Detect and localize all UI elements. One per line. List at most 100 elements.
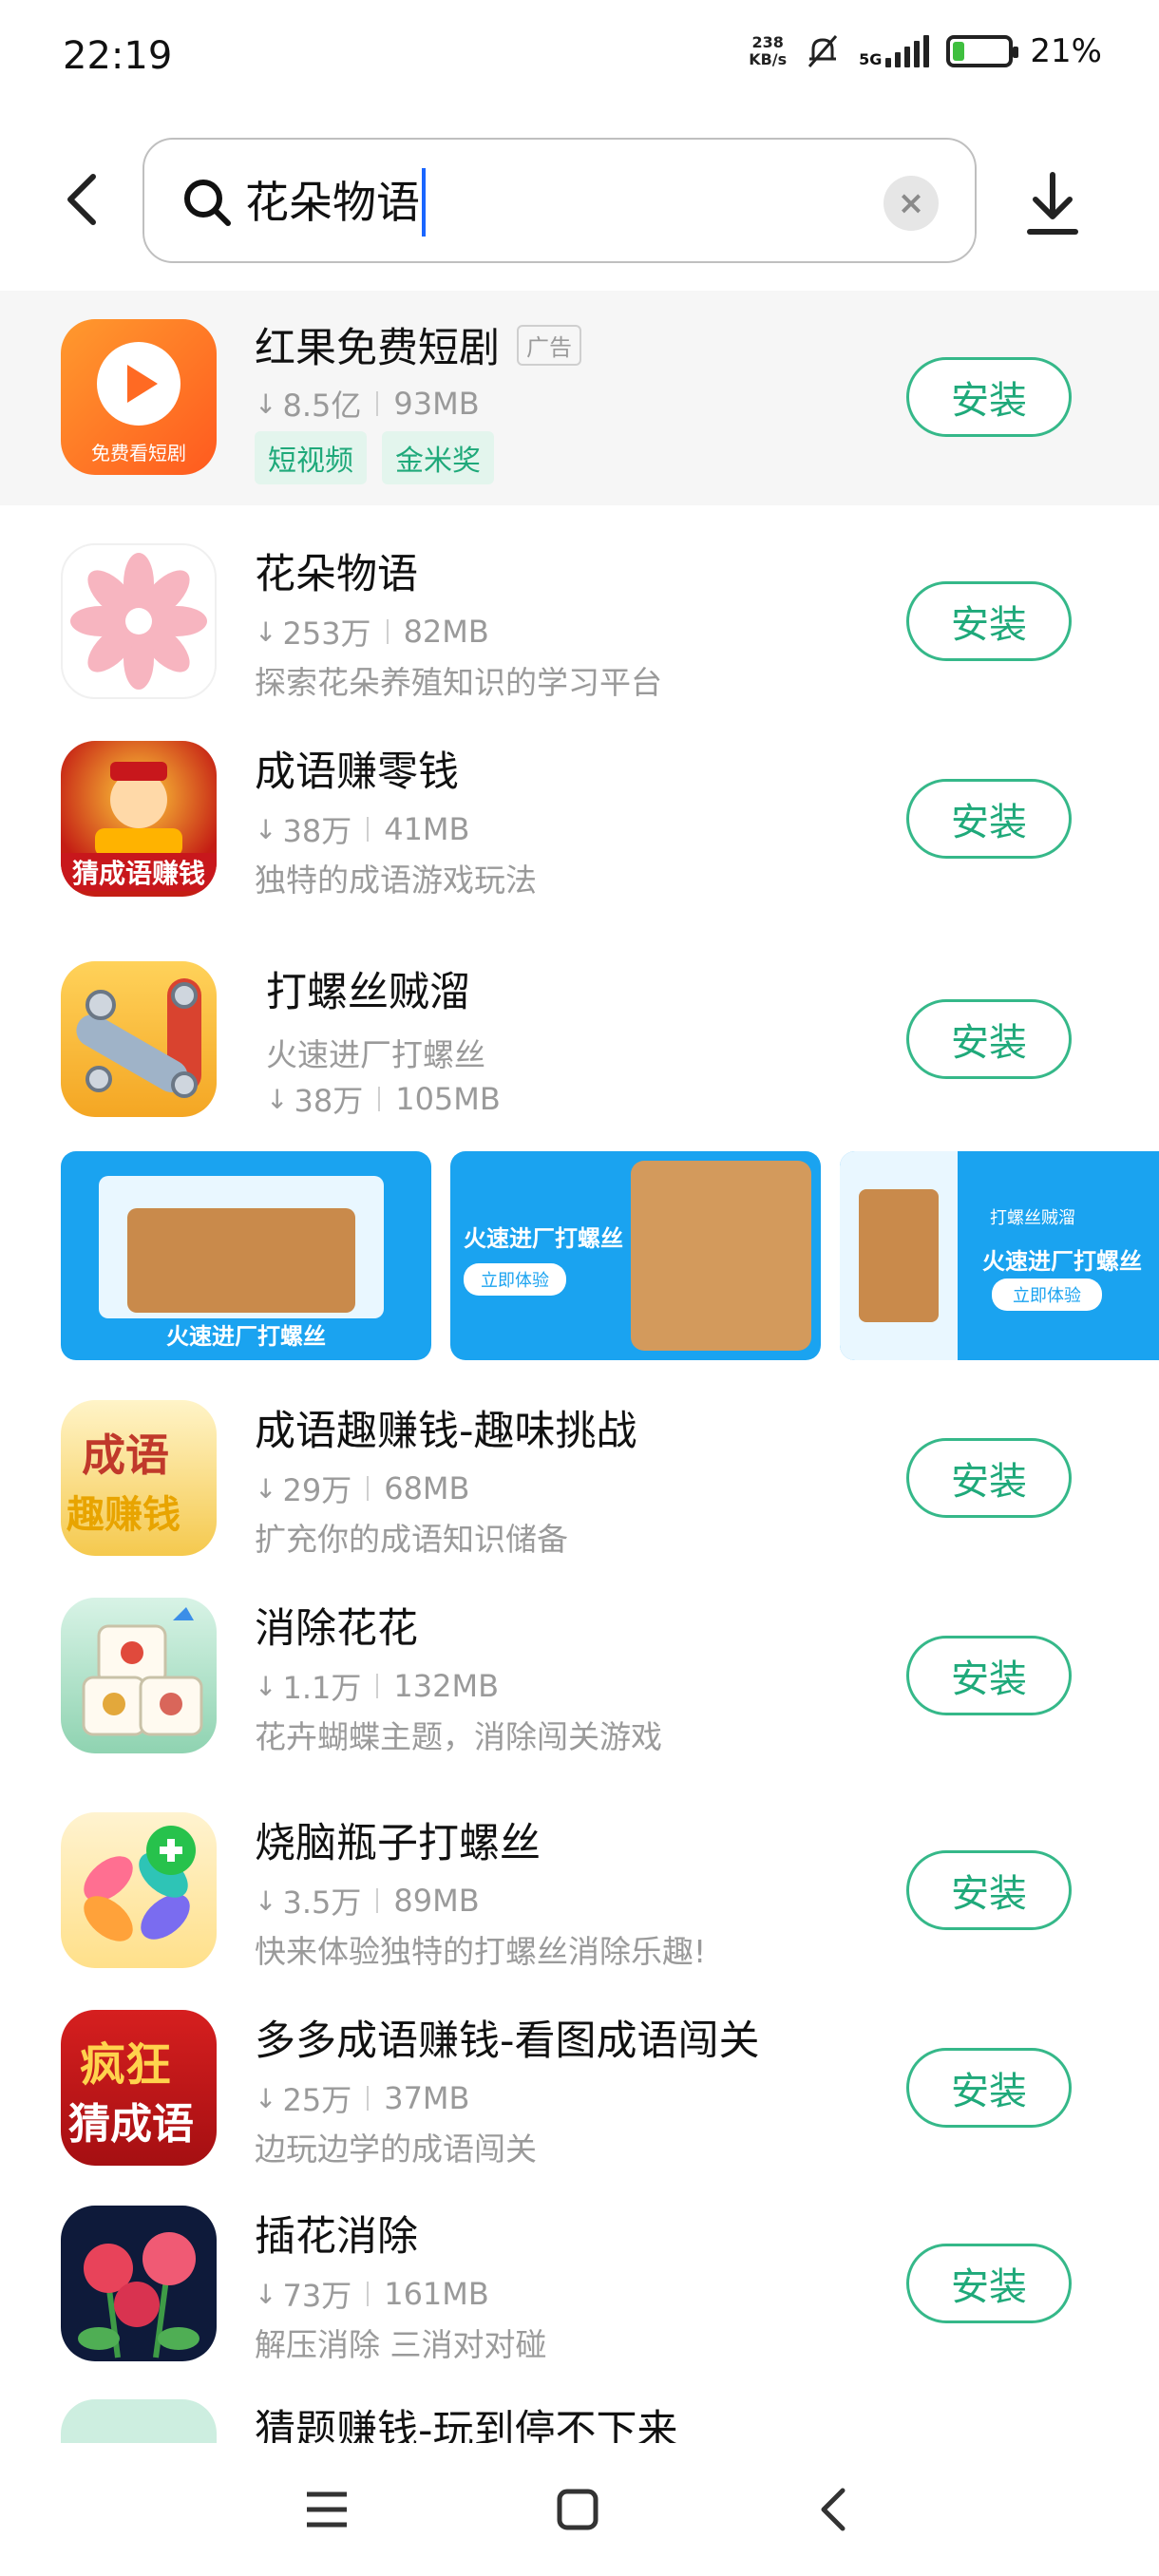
network-speed: 238 KB/s xyxy=(749,33,788,68)
home-square-icon xyxy=(557,2489,598,2530)
banner-cta-button[interactable]: 立即体验 xyxy=(464,1263,566,1296)
app-icon-caption: 免费看短剧 xyxy=(91,442,186,464)
ad-badge: 广告 xyxy=(517,325,581,366)
app-desc: 花卉蝴蝶主题，消除闯关游戏 xyxy=(255,1718,662,1755)
back-button[interactable] xyxy=(53,171,110,228)
flower-icon xyxy=(70,553,207,690)
battery-percent: 21% xyxy=(1030,32,1102,70)
network-type: 5G xyxy=(859,50,883,68)
app-meta: ↓ 253万 82MB xyxy=(255,614,489,652)
recent-apps-button[interactable] xyxy=(298,2481,355,2538)
ad-list-item[interactable]: 免费看短剧 红果免费短剧 广告 ↓ 8.5亿 93MB 短视频 金米奖 安装 xyxy=(0,291,1159,505)
app-icon-fengkuang: 疯狂 猜成语 xyxy=(61,2010,217,2166)
download-manager-button[interactable] xyxy=(1022,169,1083,237)
app-desc: 扩充你的成语知识储备 xyxy=(255,1521,568,1558)
tag: 金米奖 xyxy=(382,431,494,484)
download-count-icon: ↓ xyxy=(255,388,277,420)
app-icon-caiti xyxy=(61,2399,217,2445)
promo-banner[interactable]: 火速进厂打螺丝 立即体验 xyxy=(450,1151,821,1360)
clear-search-button[interactable]: × xyxy=(884,176,939,231)
app-icon-screw xyxy=(61,961,217,1117)
install-button[interactable]: 安装 xyxy=(906,357,1072,437)
app-icon-chengyu-qu: 成语 趣赚钱 xyxy=(61,1400,217,1556)
home-button[interactable] xyxy=(549,2481,606,2538)
signal-bars-icon xyxy=(885,35,930,67)
install-button[interactable]: 安装 xyxy=(906,581,1072,661)
mahjong-tiles-icon xyxy=(82,1607,203,1736)
install-button[interactable]: 安装 xyxy=(906,1438,1072,1518)
roses-icon xyxy=(78,2232,200,2358)
app-meta: ↓ 38万 41MB xyxy=(255,811,470,849)
download-icon xyxy=(1027,172,1078,235)
app-name: 成语赚零钱 xyxy=(255,748,459,796)
app-icon-hongguo: 免费看短剧 xyxy=(61,319,217,475)
search-icon xyxy=(184,180,231,226)
app-desc: 解压消除 三消对对碰 xyxy=(255,2326,547,2363)
battery-icon xyxy=(946,35,1019,67)
system-back-button[interactable] xyxy=(804,2481,861,2538)
download-count-icon: ↓ xyxy=(255,1885,277,1917)
list-item[interactable]: 消除花花 ↓ 1.1万 132MB 花卉蝴蝶主题，消除闯关游戏 安装 xyxy=(0,1586,1159,1767)
download-count-icon: ↓ xyxy=(255,1472,277,1505)
app-icon-caption: 猜成语赚钱 xyxy=(61,853,217,891)
cell-signal: 5G xyxy=(859,35,930,68)
list-item[interactable]: 烧脑瓶子打螺丝 ↓ 3.5万 89MB 快来体验独特的打螺丝消除乐趣! 安装 xyxy=(0,1801,1159,1981)
chevron-left-icon xyxy=(67,174,96,225)
status-bar: 22:19 238 KB/s 5G 21% xyxy=(0,0,1159,114)
screw-plank-icon xyxy=(76,978,201,1098)
download-count-icon: ↓ xyxy=(255,2082,277,2114)
chevron-left-icon xyxy=(821,2488,846,2531)
banner-caption: 火速进厂打螺丝 xyxy=(166,1323,326,1350)
app-desc: 火速进厂打螺丝 xyxy=(266,1036,485,1073)
app-meta: ↓ 8.5亿 93MB xyxy=(255,386,480,424)
app-desc: 独特的成语游戏玩法 xyxy=(255,862,537,899)
list-item[interactable]: 打螺丝贼溜 火速进厂打螺丝 ↓ 38万 105MB 安装 xyxy=(0,950,1159,1130)
list-item[interactable]: 猜题赚钱-玩到停不下来 xyxy=(0,2388,1159,2445)
install-button[interactable]: 安装 xyxy=(906,2244,1072,2323)
list-item[interactable]: 插花消除 ↓ 73万 161MB 解压消除 三消对对碰 安装 xyxy=(0,2194,1159,2375)
list-item[interactable]: 花朵物语 ↓ 253万 82MB 探索花朵养殖知识的学习平台 安装 xyxy=(0,532,1159,703)
promo-banner[interactable]: 打螺丝贼溜 火速进厂打螺丝 立即体验 xyxy=(840,1151,1159,1360)
app-desc: 快来体验独特的打螺丝消除乐趣! xyxy=(255,1933,707,1970)
promo-banner-strip[interactable]: 火速进厂打螺丝 火速进厂打螺丝 立即体验 打螺丝贼溜 火速进厂打螺丝 立即体验 xyxy=(61,1151,1159,1360)
close-icon: × xyxy=(897,184,925,222)
list-item[interactable]: 猜成语赚钱 成语赚零钱 ↓ 38万 41MB 独特的成语游戏玩法 安装 xyxy=(0,729,1159,900)
app-meta: ↓ 29万 68MB xyxy=(255,1470,470,1508)
install-button[interactable]: 安装 xyxy=(906,1636,1072,1715)
app-name: 打螺丝贼溜 xyxy=(266,969,470,1016)
app-name: 成语趣赚钱-趣味挑战 xyxy=(255,1408,637,1455)
promo-banner[interactable]: 火速进厂打螺丝 xyxy=(61,1151,431,1360)
app-name: 多多成语赚钱-看图成语闯关 xyxy=(255,2017,760,2065)
app-name: 花朵物语 xyxy=(255,551,418,598)
banner-title: 火速进厂打螺丝 xyxy=(982,1248,1142,1275)
app-meta: ↓ 38万 105MB xyxy=(266,1081,501,1119)
install-button[interactable]: 安装 xyxy=(906,1850,1072,1930)
list-item[interactable]: 成语 趣赚钱 成语趣赚钱-趣味挑战 ↓ 29万 68MB 扩充你的成语知识储备 安… xyxy=(0,1389,1159,1569)
install-button[interactable]: 安装 xyxy=(906,2048,1072,2128)
mute-bell-icon xyxy=(808,35,838,67)
app-meta: ↓ 3.5万 89MB xyxy=(255,1883,480,1921)
banner-cta-button[interactable]: 立即体验 xyxy=(992,1279,1102,1311)
banner-app-name: 打螺丝贼溜 xyxy=(990,1208,1075,1228)
status-time: 22:19 xyxy=(63,34,173,78)
app-name: 烧脑瓶子打螺丝 xyxy=(255,1820,541,1867)
search-header: 花朵物语 × xyxy=(0,133,1159,266)
download-count-icon: ↓ xyxy=(255,813,277,845)
app-meta: ↓ 25万 37MB xyxy=(255,2080,470,2118)
search-input[interactable]: 花朵物语 × xyxy=(142,138,977,263)
app-tags: 短视频 金米奖 xyxy=(255,431,494,484)
app-meta: ↓ 73万 161MB xyxy=(255,2276,489,2314)
app-icon-chahua xyxy=(61,2206,217,2361)
menu-icon xyxy=(307,2491,347,2528)
install-button[interactable]: 安装 xyxy=(906,779,1072,859)
app-icon-xiaochu-huahua xyxy=(61,1598,217,1753)
search-query[interactable]: 花朵物语 xyxy=(245,168,426,237)
install-button[interactable]: 安装 xyxy=(906,999,1072,1079)
app-icon-flower xyxy=(61,543,217,699)
status-indicators: 238 KB/s 5G 21% xyxy=(749,32,1102,70)
banner-title: 火速进厂打螺丝 xyxy=(464,1225,623,1252)
download-count-icon: ↓ xyxy=(255,616,277,648)
system-nav-bar xyxy=(0,2443,1159,2576)
download-count-icon: ↓ xyxy=(255,2278,277,2310)
list-item[interactable]: 疯狂 猜成语 多多成语赚钱-看图成语闯关 ↓ 25万 37MB 边玩边学的成语闯关… xyxy=(0,1998,1159,2179)
